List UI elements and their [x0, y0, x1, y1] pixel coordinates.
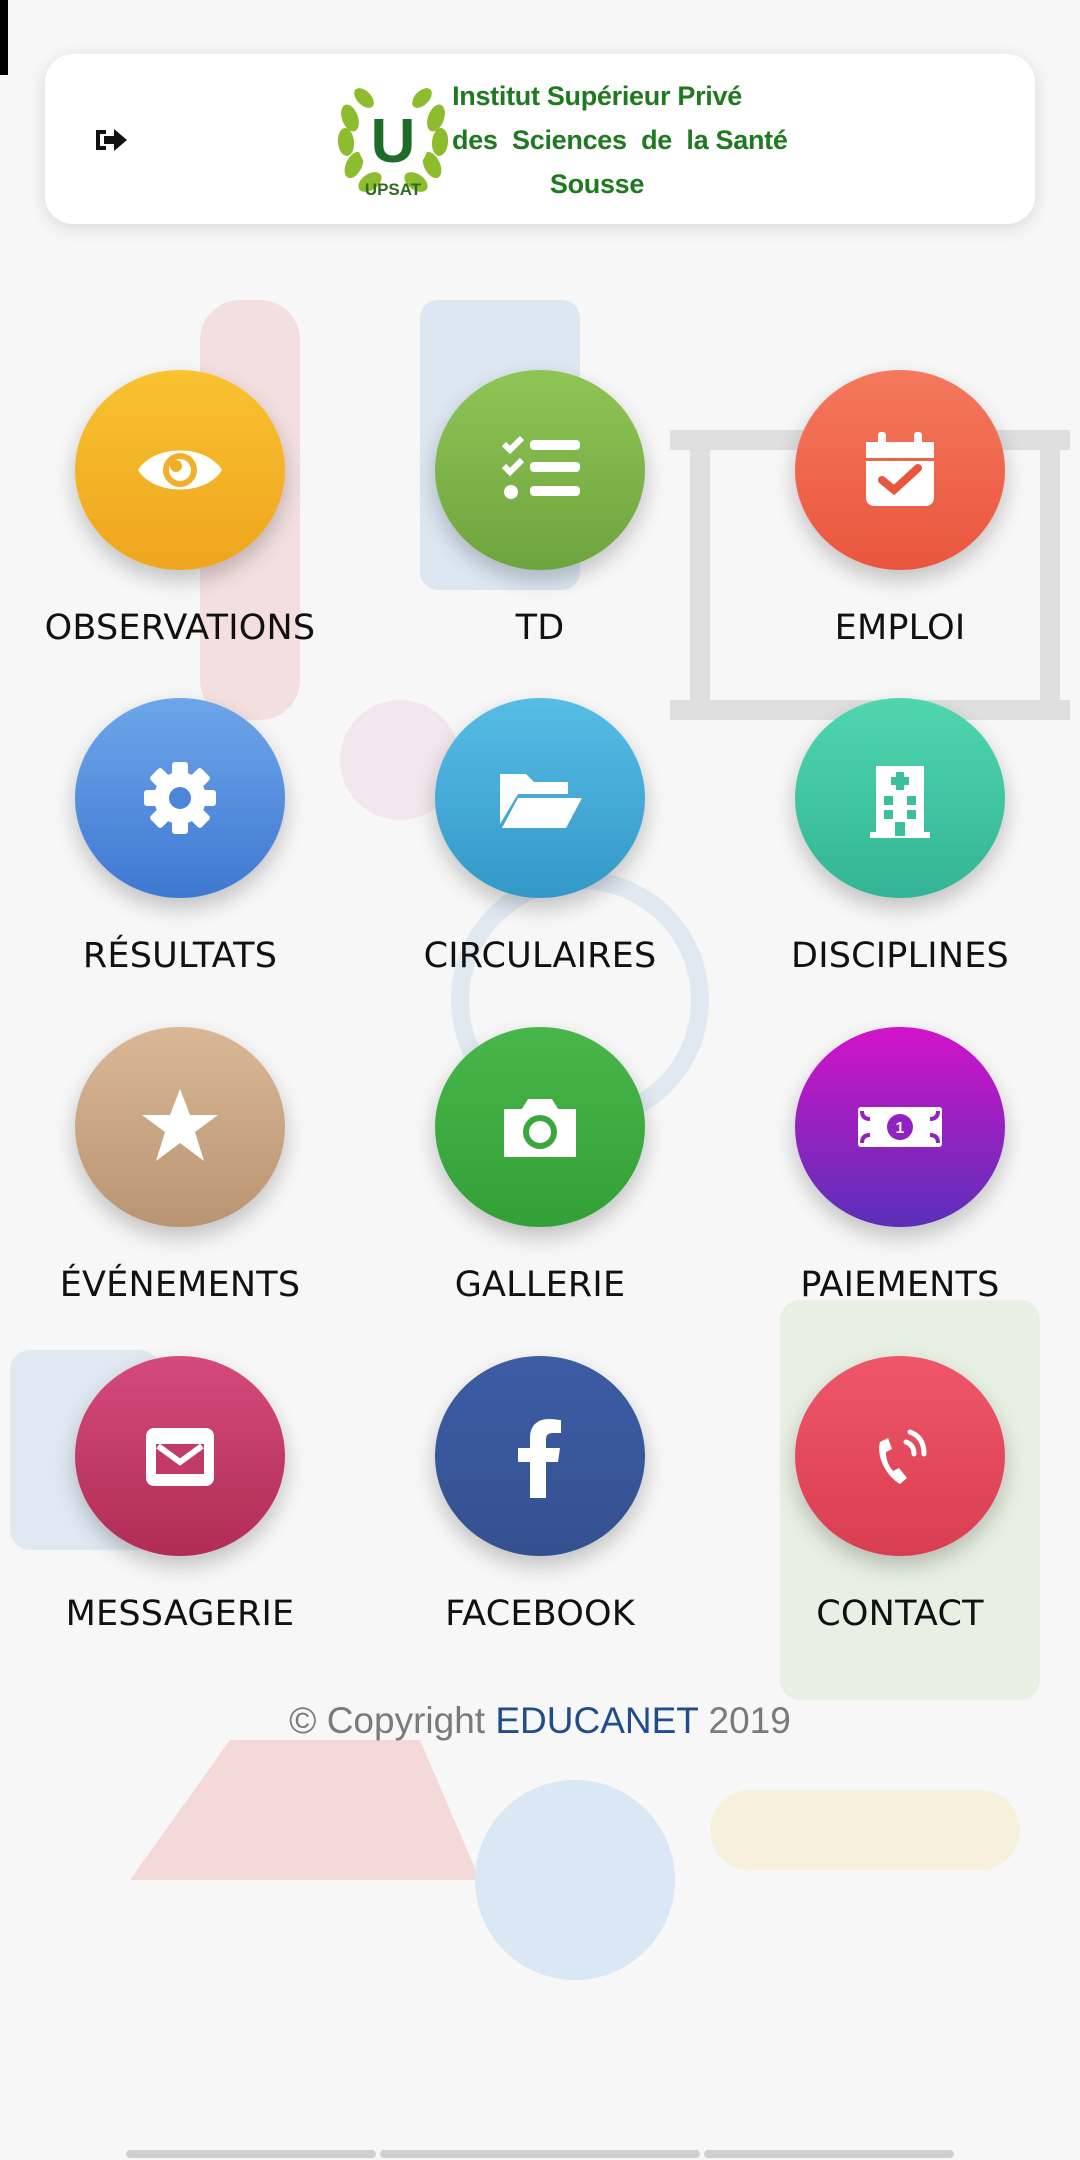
svg-text:1: 1 — [896, 1120, 905, 1137]
institution-line-3: Sousse — [549, 169, 645, 199]
checklist-icon — [501, 435, 580, 499]
bottom-divider-3 — [704, 2150, 954, 2158]
tile-label: CONTACT — [816, 1594, 984, 1634]
tile-label: TD — [515, 608, 565, 648]
tile-label: FACEBOOK — [445, 1594, 635, 1634]
sign-out-icon[interactable] — [92, 120, 132, 160]
copyright-prefix: © Copyright — [289, 1700, 496, 1741]
logo-caption: UPSAT — [364, 180, 422, 199]
tile-label: GALLERIE — [454, 1265, 626, 1305]
circulaires-button[interactable] — [435, 698, 645, 898]
tile-evenements[interactable]: ÉVÉNEMENTS — [0, 1027, 360, 1327]
contact-button[interactable] — [795, 1356, 1005, 1556]
tile-label: MESSAGERIE — [65, 1594, 295, 1634]
calendar-check-icon — [866, 432, 934, 506]
folder-open-icon — [500, 774, 582, 828]
bottom-divider-2 — [380, 2150, 700, 2158]
gallerie-button[interactable] — [435, 1027, 645, 1227]
observations-button[interactable] — [75, 370, 285, 570]
tile-label: CIRCULAIRES — [423, 936, 657, 976]
institution-line-2: des Sciences de la Santé — [452, 125, 788, 155]
tile-label: OBSERVATIONS — [44, 608, 316, 648]
gear-icon — [144, 762, 216, 834]
edge-bar — [0, 0, 8, 75]
tile-label: PAIEMENTS — [800, 1265, 1000, 1305]
phone-ringing-icon — [879, 1429, 927, 1484]
tile-gallerie[interactable]: GALLERIE — [360, 1027, 720, 1327]
svg-text:U: U — [371, 107, 416, 176]
bottom-divider-1 — [126, 2150, 376, 2158]
facebook-icon — [518, 1419, 561, 1498]
tile-contact[interactable]: CONTACT — [720, 1356, 1080, 1656]
tile-facebook[interactable]: FACEBOOK — [360, 1356, 720, 1656]
facebook-button[interactable] — [435, 1356, 645, 1556]
money-bill-icon: 1 — [858, 1107, 942, 1147]
tile-paiements[interactable]: 1 PAIEMENTS — [720, 1027, 1080, 1327]
resultats-button[interactable] — [75, 698, 285, 898]
tile-observations[interactable]: OBSERVATIONS — [0, 370, 360, 670]
tile-messagerie[interactable]: MESSAGERIE — [0, 1356, 360, 1656]
emploi-button[interactable] — [795, 370, 1005, 570]
tile-circulaires[interactable]: CIRCULAIRES — [360, 698, 720, 998]
tile-emploi[interactable]: EMPLOI — [720, 370, 1080, 670]
hospital-icon — [870, 766, 930, 838]
eye-icon — [138, 450, 222, 490]
tile-label: EMPLOI — [834, 608, 966, 648]
tile-resultats[interactable]: RÉSULTATS — [0, 698, 360, 998]
tile-td[interactable]: TD — [360, 370, 720, 670]
copyright-footer: © Copyright EDUCANET 2019 — [0, 1700, 1080, 1742]
td-button[interactable] — [435, 370, 645, 570]
copyright-year: 2019 — [698, 1700, 791, 1741]
evenements-button[interactable] — [75, 1027, 285, 1227]
paiements-button[interactable]: 1 — [795, 1027, 1005, 1227]
copyright-brand-link[interactable]: EDUCANET — [495, 1700, 698, 1741]
tile-label: ÉVÉNEMENTS — [59, 1265, 301, 1305]
institution-line-1: Institut Supérieur Privé — [452, 81, 742, 111]
envelope-icon — [146, 1428, 214, 1486]
star-icon — [142, 1089, 218, 1161]
institution-name: Institut Supérieur Privé des Sciences de… — [452, 74, 788, 206]
disciplines-button[interactable] — [795, 698, 1005, 898]
tile-label: RÉSULTATS — [82, 936, 278, 976]
messagerie-button[interactable] — [75, 1356, 285, 1556]
tile-disciplines[interactable]: DISCIPLINES — [720, 698, 1080, 998]
camera-icon — [504, 1099, 576, 1157]
tile-label: DISCIPLINES — [791, 936, 1009, 976]
